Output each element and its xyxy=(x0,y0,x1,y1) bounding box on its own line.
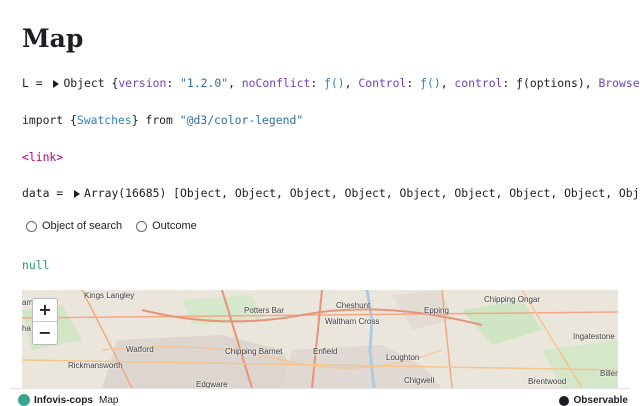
radio-group: Object of search Outcome xyxy=(26,220,197,232)
map-label: Rickmansworth xyxy=(68,361,123,370)
zoom-out-button[interactable]: − xyxy=(33,321,57,344)
field-value: ƒ() xyxy=(324,76,345,90)
radio-label: Outcome xyxy=(152,220,197,232)
map-label: Billericay xyxy=(600,369,618,378)
variable-name: data = xyxy=(22,186,71,200)
radio-circle-icon[interactable] xyxy=(136,220,148,232)
import-name: Swatches xyxy=(76,113,132,127)
array-items: Object, Object, Object, Object, Object, … xyxy=(180,186,640,200)
import-source: "@d3/color-legend" xyxy=(179,113,304,127)
import-keyword: import xyxy=(22,113,71,127)
radio-label: Object of search xyxy=(42,220,123,232)
map-label: Enfield xyxy=(313,347,338,356)
cell-link[interactable]: <link> xyxy=(22,150,640,164)
map-label: Ingatestone xyxy=(573,332,615,341)
radio-outcome[interactable]: Outcome xyxy=(136,220,197,232)
map-label: Kings Langley xyxy=(84,291,135,300)
field-value: ƒ() xyxy=(420,76,441,90)
map-label: Cheshunt xyxy=(336,301,371,310)
map-label: Watford xyxy=(126,345,154,354)
radio-circle-icon[interactable] xyxy=(26,220,37,232)
expand-triangle-icon[interactable] xyxy=(53,80,60,88)
object-type: Object { xyxy=(63,76,119,90)
map-label: ha xyxy=(22,324,31,333)
map-label: Epping xyxy=(424,306,449,315)
avatar[interactable] xyxy=(18,394,30,406)
field-key: Control xyxy=(358,76,407,90)
field-value: ƒ(options) xyxy=(516,76,585,90)
variable-name: L = xyxy=(22,76,50,90)
map-label: Edgware xyxy=(196,380,228,388)
brace: { xyxy=(70,113,77,127)
notebook-footer: Infovis-cops Map Observable xyxy=(10,388,630,406)
map-label: Waltham Cross xyxy=(325,317,380,326)
field-key: noConflict xyxy=(241,76,311,90)
map-label: Chigwell xyxy=(404,376,435,385)
expand-triangle-icon[interactable] xyxy=(74,190,81,198)
field-value: "1.2.0" xyxy=(180,76,229,90)
map-tiles xyxy=(22,290,618,388)
map-label: Chipping Barnet xyxy=(225,347,283,356)
zoom-in-button[interactable]: + xyxy=(33,299,57,321)
user-link[interactable]: Infovis-cops xyxy=(34,395,93,406)
array-type: Array(16685) [ xyxy=(84,186,181,200)
field-key: version xyxy=(118,76,167,90)
cell-leaflet[interactable]: L = Object {version: "1.2.0", noConflict… xyxy=(22,76,640,90)
map-label: Chipping Ongar xyxy=(484,295,541,304)
cell-import[interactable]: import {Swatches} from "@d3/color-legend… xyxy=(22,113,640,127)
map-label: Potters Bar xyxy=(244,306,285,315)
cell-data[interactable]: data = Array(16685) [Object, Object, Obj… xyxy=(22,186,640,200)
from-keyword: } from xyxy=(131,113,180,127)
observable-brand[interactable]: Observable xyxy=(574,395,628,406)
zoom-control: + − xyxy=(32,298,58,345)
page-title: Map xyxy=(22,24,84,53)
radio-object-of-search[interactable]: Object of search xyxy=(26,220,122,232)
notebook-title[interactable]: Map xyxy=(99,395,118,406)
map-label: Brentwood xyxy=(528,377,567,386)
observable-logo-icon[interactable] xyxy=(559,396,569,406)
field-key: control xyxy=(454,76,503,90)
cell-result: null xyxy=(22,258,50,272)
map-label: Loughton xyxy=(386,353,420,362)
map-view[interactable]: + − Kings Langley Potters Bar Cheshunt C… xyxy=(22,290,618,388)
field-key: Browser xyxy=(598,76,640,90)
